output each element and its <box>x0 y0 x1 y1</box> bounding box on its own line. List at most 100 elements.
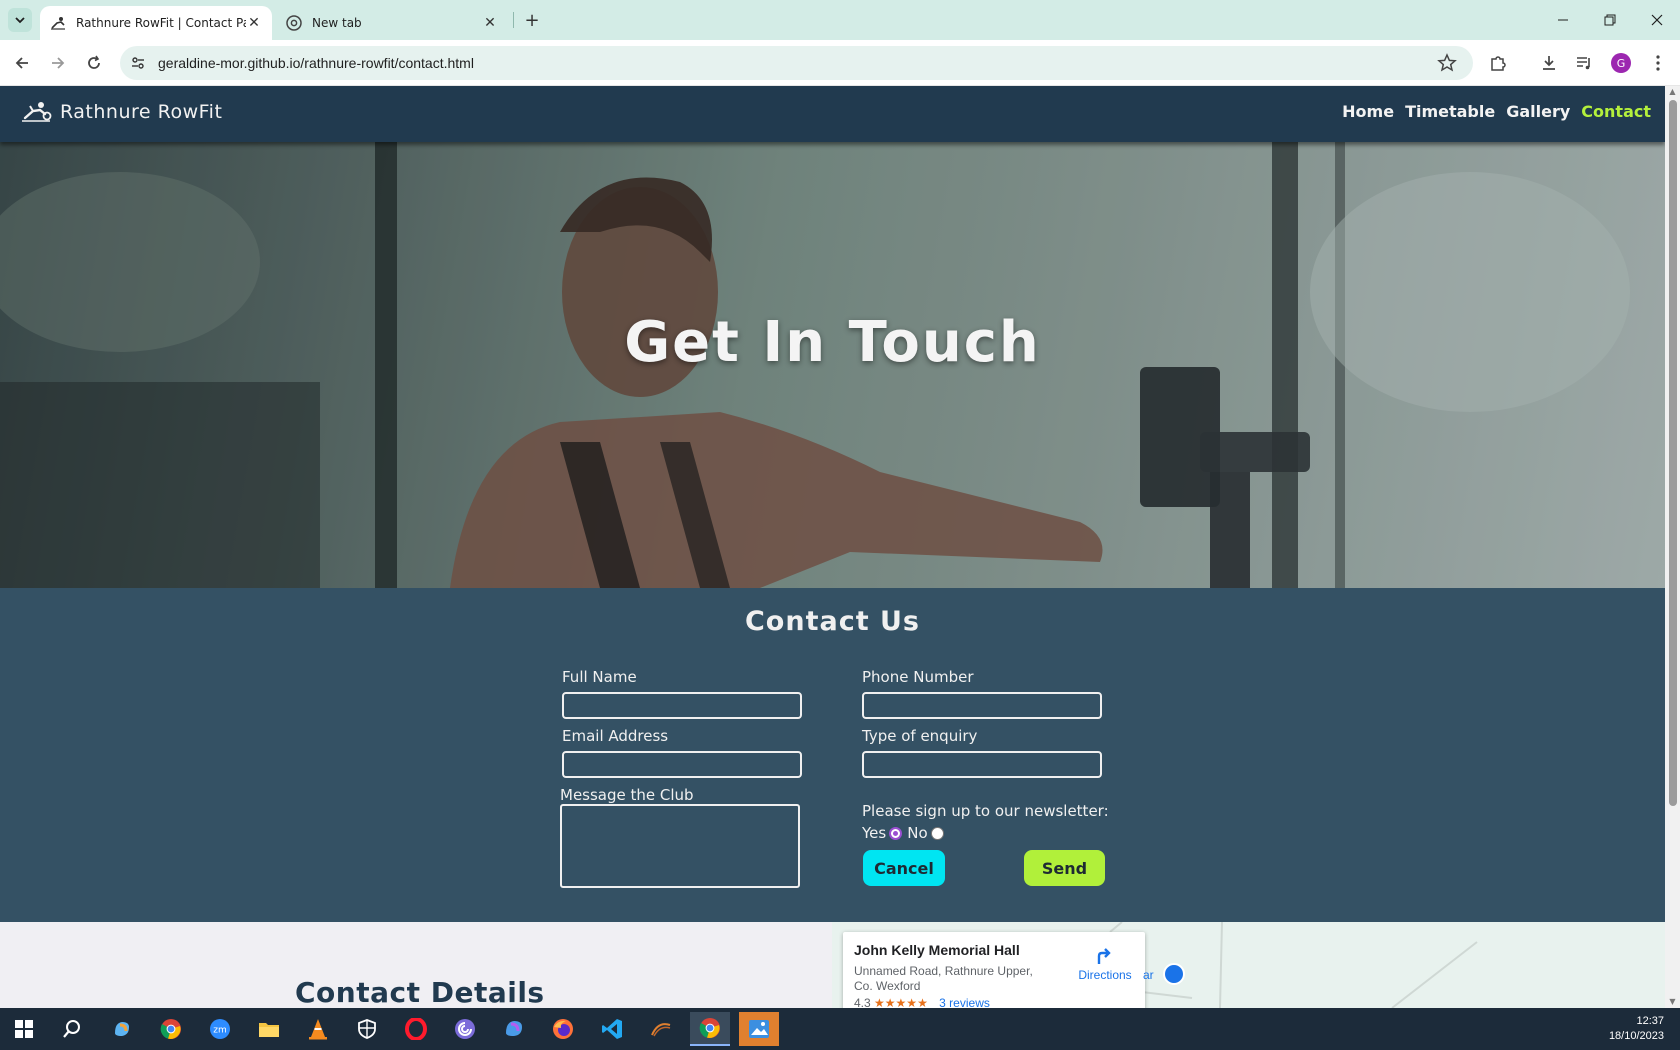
page-scrollbar[interactable]: ▲ ▼ <box>1665 86 1680 1008</box>
map-place-card: John Kelly Memorial Hall Unnamed Road, R… <box>843 932 1145 1008</box>
scroll-down-arrow-icon[interactable]: ▼ <box>1668 998 1677 1006</box>
new-tab-button[interactable]: + <box>520 8 544 32</box>
downloads-button[interactable] <box>1537 51 1561 75</box>
phone-label: Phone Number <box>862 668 974 686</box>
browser-menu-button[interactable] <box>1646 51 1670 75</box>
taskbar-photos[interactable] <box>739 1012 779 1046</box>
cancel-button[interactable]: Cancel <box>863 850 945 886</box>
rower-favicon-icon <box>50 15 66 31</box>
taskbar-firefox[interactable] <box>543 1012 583 1046</box>
directions-icon <box>1097 948 1111 964</box>
taskbar-copilot[interactable] <box>102 1012 142 1046</box>
address-bar[interactable]: geraldine-mor.github.io/rathnure-rowfit/… <box>120 46 1473 80</box>
nav-gallery[interactable]: Gallery <box>1506 102 1570 121</box>
forward-button[interactable] <box>44 49 72 77</box>
map-rating-stars: ★★★★★ <box>874 996 928 1008</box>
map-reviews-link[interactable]: 3 reviews <box>939 996 990 1008</box>
message-textarea[interactable] <box>560 804 800 888</box>
puzzle-icon <box>1491 56 1506 71</box>
rower-logo-icon <box>22 102 52 122</box>
brand-link[interactable]: Rathnure RowFit <box>20 100 222 124</box>
close-tab-icon[interactable]: ✕ <box>246 15 262 31</box>
map-label-text: ar <box>1143 968 1154 982</box>
taskbar-app-spiral[interactable] <box>445 1012 485 1046</box>
taskbar-file-explorer[interactable] <box>249 1012 289 1046</box>
nav-home[interactable]: Home <box>1342 102 1394 121</box>
phone-input[interactable] <box>862 692 1102 719</box>
tab-search-button[interactable] <box>8 8 32 32</box>
chrome-icon <box>160 1019 181 1039</box>
map-pin-icon[interactable] <box>1163 963 1185 985</box>
taskbar-search-button[interactable] <box>52 1012 92 1046</box>
send-button[interactable]: Send <box>1024 850 1105 886</box>
profile-avatar[interactable]: G <box>1611 53 1631 73</box>
map-rating: 4.3 ★★★★★ 3 reviews <box>854 996 990 1008</box>
bookmark-star-icon[interactable] <box>1437 53 1457 73</box>
taskbar-chrome[interactable] <box>151 1012 191 1046</box>
tab-separator <box>513 12 514 28</box>
chrome-icon <box>699 1018 720 1038</box>
contact-form-section: Contact Us Full Name Phone Number Email … <box>0 588 1665 922</box>
taskbar-opera[interactable] <box>396 1012 436 1046</box>
taskbar-security[interactable] <box>347 1012 387 1046</box>
map-directions-button[interactable]: Directions <box>1075 944 1135 982</box>
map-place-address: Unnamed Road, Rathnure Upper, Co. Wexfor… <box>854 964 1033 993</box>
email-input[interactable] <box>562 751 802 778</box>
search-icon <box>63 1020 80 1038</box>
folder-icon <box>259 1023 279 1037</box>
media-queue-icon <box>1577 57 1590 70</box>
start-button[interactable] <box>4 1012 44 1046</box>
newsletter-no-radio[interactable] <box>930 826 944 840</box>
shield-icon <box>358 1019 376 1039</box>
full-name-input[interactable] <box>562 692 802 719</box>
photos-icon <box>749 1020 769 1038</box>
back-button[interactable] <box>8 49 36 77</box>
extensions-button[interactable] <box>1486 51 1510 75</box>
browser-tab-bar: Rathnure RowFit | Contact Page ✕ New tab… <box>0 0 1680 40</box>
contact-details-heading: Contact Details <box>295 976 545 1008</box>
svg-text:zm: zm <box>213 1026 227 1036</box>
nav-contact[interactable]: Contact <box>1581 102 1651 121</box>
nav-links: Home Timetable Gallery Contact <box>1342 102 1651 121</box>
chevron-down-icon <box>15 17 25 24</box>
system-clock[interactable]: 12:37 18/10/2023 <box>1609 1014 1664 1044</box>
newsletter-yes-radio[interactable] <box>889 826 903 840</box>
taskbar-chrome-profile[interactable] <box>690 1012 730 1046</box>
taskbar-vlc[interactable] <box>298 1012 338 1046</box>
taskbar-m365[interactable] <box>494 1012 534 1046</box>
tab-new-tab[interactable]: New tab ✕ <box>276 6 508 40</box>
reload-button[interactable] <box>80 49 108 77</box>
windows-taskbar: zm 12:37 18/10/2023 <box>0 1008 1680 1050</box>
taskbar-zoom[interactable]: zm <box>200 1012 240 1046</box>
enquiry-input[interactable] <box>862 751 1102 778</box>
clock-date: 18/10/2023 <box>1608 1030 1664 1042</box>
taskbar-vscode[interactable] <box>592 1012 632 1046</box>
taskbar-app-orange[interactable] <box>641 1012 681 1046</box>
site-info-icon[interactable] <box>126 51 150 75</box>
browser-toolbar: geraldine-mor.github.io/rathnure-rowfit/… <box>0 40 1680 86</box>
newsletter-yes-label: Yes <box>862 824 887 842</box>
hero-title: Get In Touch <box>624 310 1041 375</box>
scroll-up-arrow-icon[interactable]: ▲ <box>1668 88 1677 96</box>
close-window-button[interactable] <box>1634 0 1680 40</box>
contact-details-section: Contact Details <box>0 922 832 1008</box>
minimize-button[interactable] <box>1540 0 1586 40</box>
restore-button[interactable] <box>1587 0 1633 40</box>
page-viewport: Rathnure RowFit Home Timetable Gallery C… <box>0 86 1665 1008</box>
tab-contact-page[interactable]: Rathnure RowFit | Contact Page ✕ <box>40 6 272 40</box>
map-directions-label: Directions <box>1078 968 1132 982</box>
media-controls-button[interactable] <box>1572 51 1596 75</box>
restore-icon <box>1604 14 1616 26</box>
close-tab-icon[interactable]: ✕ <box>482 15 498 31</box>
url-text: geraldine-mor.github.io/rathnure-rowfit/… <box>158 55 474 71</box>
brand-name: Rathnure RowFit <box>60 101 223 123</box>
embedded-map[interactable]: John Kelly Memorial Hall Unnamed Road, R… <box>832 922 1665 1008</box>
map-place-name: John Kelly Memorial Hall <box>854 942 1020 958</box>
opera-icon <box>405 1018 427 1040</box>
scrollbar-thumb[interactable] <box>1669 100 1677 806</box>
message-label: Message the Club <box>560 786 694 804</box>
m365-icon <box>506 1021 522 1036</box>
nav-timetable[interactable]: Timetable <box>1405 102 1495 121</box>
copilot-icon <box>115 1022 129 1036</box>
newsletter-options: Yes No <box>862 824 946 842</box>
